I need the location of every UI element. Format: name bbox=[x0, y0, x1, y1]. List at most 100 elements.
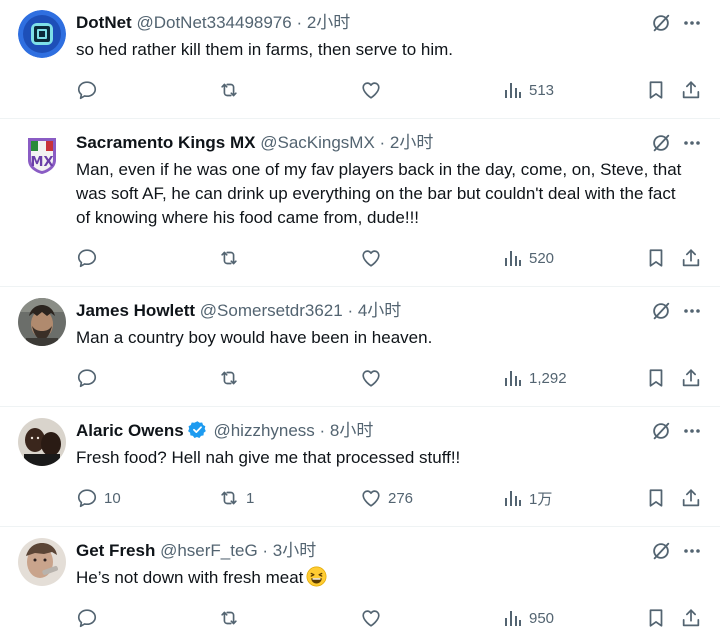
bookmark-button[interactable] bbox=[645, 246, 667, 270]
share-button[interactable] bbox=[680, 606, 702, 630]
author-handle[interactable]: @hizzhyness bbox=[213, 421, 314, 440]
tweet-james-howlett[interactable]: James Howlett @Somersetdr3621 · 4小时 Man … bbox=[0, 286, 720, 407]
views-button[interactable]: 1万 bbox=[503, 486, 552, 510]
bookmark-button[interactable] bbox=[645, 366, 667, 390]
bookmark-icon bbox=[645, 607, 667, 629]
tweet-actions: 513 bbox=[76, 78, 706, 102]
tweet-dotnet[interactable]: DotNet @DotNet334498976 · 2小时 so hed rat… bbox=[0, 0, 720, 119]
more-icon[interactable] bbox=[682, 301, 702, 321]
tweet-header: DotNet @DotNet334498976 · 2小时 bbox=[76, 10, 350, 36]
author-handle[interactable]: @hserF_teG bbox=[160, 541, 258, 560]
verified-badge-icon bbox=[187, 420, 207, 439]
bookmark-button[interactable] bbox=[645, 486, 667, 510]
views-icon bbox=[503, 248, 523, 268]
timestamp[interactable]: · 8小时 bbox=[320, 421, 374, 440]
tweet-top-icons bbox=[650, 540, 702, 562]
reply-button[interactable] bbox=[76, 366, 104, 390]
tweet-header: Sacramento Kings MX @SacKingsMX · 2小时 bbox=[76, 130, 433, 156]
timestamp[interactable]: · 2小时 bbox=[380, 133, 434, 152]
tweet-get-fresh[interactable]: Get Fresh @hserF_teG · 3小时 He’s not down… bbox=[0, 526, 720, 639]
grok-icon[interactable] bbox=[650, 420, 672, 442]
reply-button[interactable] bbox=[76, 606, 104, 630]
tweet-alaric-owens[interactable]: Alaric Owens @hizzhyness · 8小时 Fresh foo… bbox=[0, 406, 720, 527]
tweet-text: Man, even if he was one of my fav player… bbox=[76, 160, 682, 227]
more-icon[interactable] bbox=[682, 133, 702, 153]
avatar[interactable] bbox=[18, 10, 66, 58]
grok-icon[interactable] bbox=[650, 12, 672, 34]
retweet-icon bbox=[218, 247, 240, 269]
tweet-text: Man a country boy would have been in hea… bbox=[76, 328, 433, 347]
share-icon bbox=[680, 487, 702, 509]
like-button[interactable] bbox=[360, 78, 388, 102]
share-button[interactable] bbox=[680, 486, 702, 510]
share-button[interactable] bbox=[680, 366, 702, 390]
author-name[interactable]: Alaric Owens bbox=[76, 421, 184, 440]
author-handle[interactable]: @Somersetdr3621 bbox=[200, 301, 343, 320]
reply-button[interactable]: 10 bbox=[76, 486, 121, 510]
svg-text:MX: MX bbox=[31, 155, 54, 170]
like-button[interactable] bbox=[360, 246, 388, 270]
views-count: 1,292 bbox=[529, 369, 567, 387]
retweet-button[interactable] bbox=[218, 366, 246, 390]
bookmark-button[interactable] bbox=[645, 606, 667, 630]
author-name[interactable]: DotNet bbox=[76, 13, 132, 32]
like-icon bbox=[360, 247, 382, 269]
like-button[interactable] bbox=[360, 606, 388, 630]
grok-icon[interactable] bbox=[650, 540, 672, 562]
more-icon[interactable] bbox=[682, 13, 702, 33]
timestamp[interactable]: · 2小时 bbox=[296, 13, 350, 32]
like-icon bbox=[360, 367, 382, 389]
bookmark-icon bbox=[645, 367, 667, 389]
bookmark-icon bbox=[645, 487, 667, 509]
more-icon[interactable] bbox=[682, 421, 702, 441]
retweet-button[interactable] bbox=[218, 78, 246, 102]
timestamp[interactable]: · 4小时 bbox=[347, 301, 401, 320]
author-handle[interactable]: @SacKingsMX bbox=[260, 133, 375, 152]
author-name[interactable]: James Howlett bbox=[76, 301, 195, 320]
bookmark-icon bbox=[645, 79, 667, 101]
reply-button[interactable] bbox=[76, 78, 104, 102]
like-icon bbox=[360, 487, 382, 509]
views-count: 1万 bbox=[529, 490, 553, 508]
timestamp[interactable]: · 3小时 bbox=[262, 541, 316, 560]
avatar[interactable] bbox=[18, 418, 66, 466]
bookmark-button[interactable] bbox=[645, 78, 667, 102]
retweet-icon bbox=[218, 367, 240, 389]
views-button[interactable]: 513 bbox=[503, 78, 554, 102]
views-icon bbox=[503, 80, 523, 100]
views-button[interactable]: 950 bbox=[503, 606, 554, 630]
views-button[interactable]: 520 bbox=[503, 246, 554, 270]
grok-icon[interactable] bbox=[650, 300, 672, 322]
author-handle[interactable]: @DotNet334498976 bbox=[136, 13, 291, 32]
views-button[interactable]: 1,292 bbox=[503, 366, 567, 390]
share-button[interactable] bbox=[680, 78, 702, 102]
share-button[interactable] bbox=[680, 246, 702, 270]
like-button[interactable] bbox=[360, 366, 388, 390]
retweet-button[interactable]: 1 bbox=[218, 486, 254, 510]
tweet-top-icons bbox=[650, 300, 702, 322]
retweet-icon bbox=[218, 79, 240, 101]
share-icon bbox=[680, 247, 702, 269]
like-button[interactable]: 276 bbox=[360, 486, 413, 510]
reply-button[interactable] bbox=[76, 246, 104, 270]
share-icon bbox=[680, 367, 702, 389]
views-icon bbox=[503, 608, 523, 628]
share-icon bbox=[680, 79, 702, 101]
avatar[interactable] bbox=[18, 538, 66, 586]
retweet-button[interactable] bbox=[218, 606, 246, 630]
views-count: 520 bbox=[529, 249, 555, 267]
retweet-button[interactable] bbox=[218, 246, 246, 270]
tweet-text-row: He’s not down with fresh meat bbox=[76, 566, 686, 590]
more-icon[interactable] bbox=[682, 541, 702, 561]
avatar[interactable]: MX bbox=[18, 130, 66, 178]
tweet-header: Get Fresh @hserF_teG · 3小时 bbox=[76, 538, 316, 564]
tweet-header: James Howlett @Somersetdr3621 · 4小时 bbox=[76, 298, 401, 324]
tweet-header: Alaric Owens @hizzhyness · 8小时 bbox=[76, 418, 373, 444]
avatar[interactable] bbox=[18, 298, 66, 346]
author-name[interactable]: Get Fresh bbox=[76, 541, 155, 560]
tweet-sacramento-kings-mx[interactable]: MX Sacramento Kings MX @SacKingsMX · 2小时… bbox=[0, 118, 720, 287]
reply-icon bbox=[76, 607, 98, 629]
author-name[interactable]: Sacramento Kings MX bbox=[76, 133, 256, 152]
grok-icon[interactable] bbox=[650, 132, 672, 154]
reply-icon bbox=[76, 487, 98, 509]
